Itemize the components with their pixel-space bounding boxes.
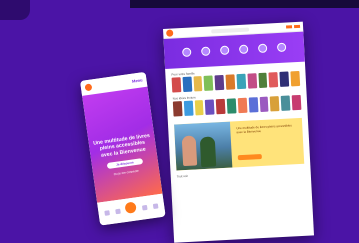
book-cover[interactable] — [203, 75, 214, 91]
signup-button[interactable] — [293, 24, 301, 29]
category-chip[interactable] — [257, 43, 268, 54]
book-cover[interactable] — [247, 73, 257, 89]
login-link[interactable]: Ou je me connecte — [97, 167, 155, 179]
book-cover[interactable] — [236, 73, 247, 90]
book-cover[interactable] — [205, 99, 215, 115]
book-cover[interactable] — [214, 74, 225, 91]
book-cover[interactable] — [280, 95, 291, 111]
book-cover[interactable] — [182, 76, 192, 93]
book-cover[interactable] — [268, 72, 279, 88]
book-cover[interactable] — [290, 70, 301, 87]
book-cover[interactable] — [270, 96, 280, 112]
book-cover[interactable] — [171, 77, 182, 93]
category-chip[interactable] — [276, 42, 287, 53]
book-cover[interactable] — [225, 74, 236, 90]
book-cover[interactable] — [193, 76, 203, 92]
promo-banner: Une multitude de livres pleins accessibl… — [174, 117, 305, 171]
kids-photo — [174, 121, 233, 171]
home-icon[interactable] — [104, 210, 110, 216]
book-cover[interactable] — [279, 71, 290, 87]
book-cover[interactable] — [259, 96, 269, 113]
book-cover[interactable] — [183, 100, 194, 116]
category-chips — [170, 42, 298, 58]
search-input[interactable] — [210, 27, 249, 34]
child-figure — [181, 135, 198, 167]
banner-text: Une multitude de livres pleins accessibl… — [236, 123, 292, 135]
profile-icon[interactable] — [152, 203, 159, 210]
category-chip[interactable] — [219, 45, 230, 56]
search-icon[interactable] — [114, 208, 121, 215]
background-top-strip — [130, 0, 359, 8]
background-corner — [0, 0, 30, 20]
book-cover[interactable] — [172, 101, 183, 117]
desktop-site-mockup: Pour votre famille Nos idées lecture Une… — [163, 21, 315, 243]
category-chip[interactable] — [200, 46, 211, 57]
category-chip[interactable] — [182, 47, 192, 58]
book-cover[interactable] — [237, 97, 248, 114]
menu-button[interactable]: Menu — [132, 77, 143, 83]
hero-headline: Une multitude de livres pleins accessibl… — [92, 132, 151, 159]
category-chip[interactable] — [238, 44, 249, 55]
logo-icon[interactable] — [84, 83, 93, 92]
mobile-hero: Une multitude de livres pleins accessibl… — [82, 86, 163, 203]
book-cover[interactable] — [216, 98, 226, 115]
play-icon[interactable] — [124, 200, 138, 214]
book-icon[interactable] — [142, 204, 148, 211]
discover-button[interactable]: Je découvre — [106, 158, 144, 170]
book-cover[interactable] — [258, 72, 268, 89]
logo-icon[interactable] — [166, 29, 174, 37]
book-cover[interactable] — [248, 97, 259, 113]
book-cover[interactable] — [226, 98, 237, 114]
book-cover[interactable] — [194, 99, 205, 116]
mobile-app-mockup: Menu Une multitude de livres pleins acce… — [80, 71, 166, 226]
account-buttons[interactable] — [285, 24, 301, 29]
banner-cta-button[interactable] — [237, 154, 262, 161]
book-cover[interactable] — [291, 94, 302, 111]
child-figure — [199, 136, 217, 168]
login-button[interactable] — [285, 25, 293, 29]
